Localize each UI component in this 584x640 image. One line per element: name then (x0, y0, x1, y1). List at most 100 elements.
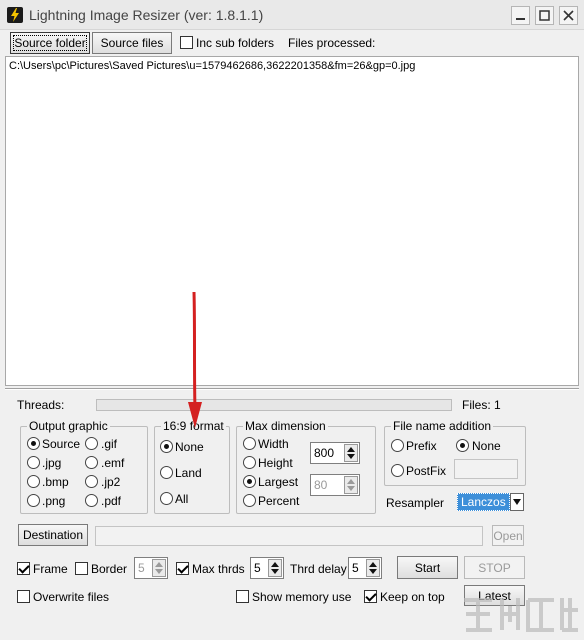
divider (5, 388, 579, 390)
output-source-label: Source (42, 437, 81, 451)
format-all-label: All (175, 492, 189, 506)
source-folder-button[interactable]: Source folder (10, 32, 90, 54)
maximize-icon (539, 10, 550, 21)
output-graphic-title: Output graphic (27, 419, 110, 433)
inc-sub-folders-label: Inc sub folders (196, 36, 275, 50)
output-source-radio[interactable] (27, 437, 40, 450)
max-dimension-group: Max dimension (236, 419, 376, 514)
border-value: 5 (138, 561, 145, 575)
frame-checkbox[interactable] (17, 562, 30, 575)
percent-stepper[interactable]: 80 (310, 474, 360, 496)
output-bmp-label: .bmp (42, 475, 69, 489)
title-bar: Lightning Image Resizer (ver: 1.8.1.1) (0, 0, 584, 30)
spin-arrows-icon[interactable] (366, 559, 380, 577)
max-thrds-value: 5 (254, 561, 261, 575)
stop-button[interactable]: STOP (464, 556, 525, 579)
output-emf-radio[interactable] (85, 456, 98, 469)
overwrite-checkbox[interactable] (17, 590, 30, 603)
destination-path-input[interactable] (95, 526, 483, 546)
format-land-radio[interactable] (160, 466, 173, 479)
window-title: Lightning Image Resizer (ver: 1.8.1.1) (29, 7, 264, 23)
border-checkbox[interactable] (75, 562, 88, 575)
frame-label: Frame (33, 562, 68, 576)
overwrite-label: Overwrite files (33, 590, 110, 604)
chevron-down-icon[interactable] (510, 493, 524, 511)
format-all-radio[interactable] (160, 492, 173, 505)
postfix-radio[interactable] (391, 464, 404, 477)
minimize-icon (516, 18, 525, 20)
max-thrds-checkbox[interactable] (176, 562, 189, 575)
lightning-icon (7, 7, 23, 23)
prefix-radio[interactable] (391, 439, 404, 452)
dimension-width-label: Width (258, 437, 289, 451)
show-memory-checkbox[interactable] (236, 590, 249, 603)
start-button[interactable]: Start (397, 556, 458, 579)
spin-arrows-icon[interactable] (152, 559, 166, 577)
inc-sub-folders-checkbox[interactable] (180, 36, 193, 49)
border-label: Border (91, 562, 128, 576)
spin-arrows-icon[interactable] (268, 559, 282, 577)
output-gif-radio[interactable] (85, 437, 98, 450)
resampler-value: Lanczos (457, 493, 510, 511)
thrd-delay-stepper[interactable]: 5 (348, 557, 382, 579)
files-processed-label: Files processed: (288, 36, 376, 50)
dimension-width-radio[interactable] (243, 437, 256, 450)
output-pdf-label: .pdf (101, 494, 122, 508)
open-button[interactable]: Open (492, 525, 524, 546)
spin-arrows-icon[interactable] (344, 476, 358, 494)
border-stepper[interactable]: 5 (134, 557, 168, 579)
show-memory-label: Show memory use (252, 590, 352, 604)
threads-progress-bar (96, 399, 452, 411)
annotation-arrow-icon (188, 291, 202, 428)
percent-value: 80 (314, 478, 328, 492)
name-none-label: None (472, 439, 501, 453)
resampler-label: Resampler (386, 496, 445, 510)
watermark-logo-icon (464, 598, 578, 632)
list-item[interactable]: C:\Users\pc\Pictures\Saved Pictures\u=15… (9, 60, 415, 72)
dimension-largest-label: Largest (258, 475, 299, 489)
dimension-largest-radio[interactable] (243, 475, 256, 488)
dimension-percent-radio[interactable] (243, 494, 256, 507)
close-icon (563, 10, 574, 21)
name-none-radio[interactable] (456, 439, 469, 452)
files-count-label: Files: 1 (462, 398, 501, 412)
source-files-button[interactable]: Source files (92, 32, 172, 54)
minimize-button[interactable] (511, 6, 530, 25)
output-emf-label: .emf (101, 456, 125, 470)
keep-on-top-checkbox[interactable] (364, 590, 377, 603)
output-pdf-radio[interactable] (85, 494, 98, 507)
spin-arrows-icon[interactable] (344, 444, 358, 462)
destination-button[interactable]: Destination (18, 524, 88, 546)
keep-on-top-label: Keep on top (380, 590, 445, 604)
postfix-label: PostFix (406, 464, 447, 478)
max-dimension-title: Max dimension (243, 419, 328, 433)
max-size-value: 800 (314, 446, 335, 460)
format-none-radio[interactable] (160, 440, 173, 453)
max-size-stepper[interactable]: 800 (310, 442, 360, 464)
dimension-percent-label: Percent (258, 494, 300, 508)
output-png-radio[interactable] (27, 494, 40, 507)
prefix-label: Prefix (406, 439, 437, 453)
output-bmp-radio[interactable] (27, 475, 40, 488)
max-thrds-stepper[interactable]: 5 (250, 557, 284, 579)
resampler-select[interactable]: Lanczos (457, 493, 525, 513)
threads-label: Threads: (17, 398, 65, 412)
output-jp2-radio[interactable] (85, 475, 98, 488)
close-button[interactable] (559, 6, 578, 25)
file-name-addition-title: File name addition (391, 419, 494, 433)
output-gif-label: .gif (101, 437, 118, 451)
output-jpg-label: .jpg (42, 456, 62, 470)
thrd-delay-value: 5 (352, 561, 359, 575)
max-thrds-label: Max thrds (192, 562, 245, 576)
postfix-input[interactable] (454, 459, 518, 479)
file-list[interactable]: C:\Users\pc\Pictures\Saved Pictures\u=15… (5, 56, 579, 386)
output-jp2-label: .jp2 (101, 475, 121, 489)
format-none-label: None (175, 440, 204, 454)
dimension-height-radio[interactable] (243, 456, 256, 469)
maximize-button[interactable] (535, 6, 554, 25)
format-land-label: Land (175, 466, 202, 480)
dimension-height-label: Height (258, 456, 293, 470)
output-jpg-radio[interactable] (27, 456, 40, 469)
output-png-label: .png (42, 494, 66, 508)
thrd-delay-label: Thrd delay (290, 562, 347, 576)
